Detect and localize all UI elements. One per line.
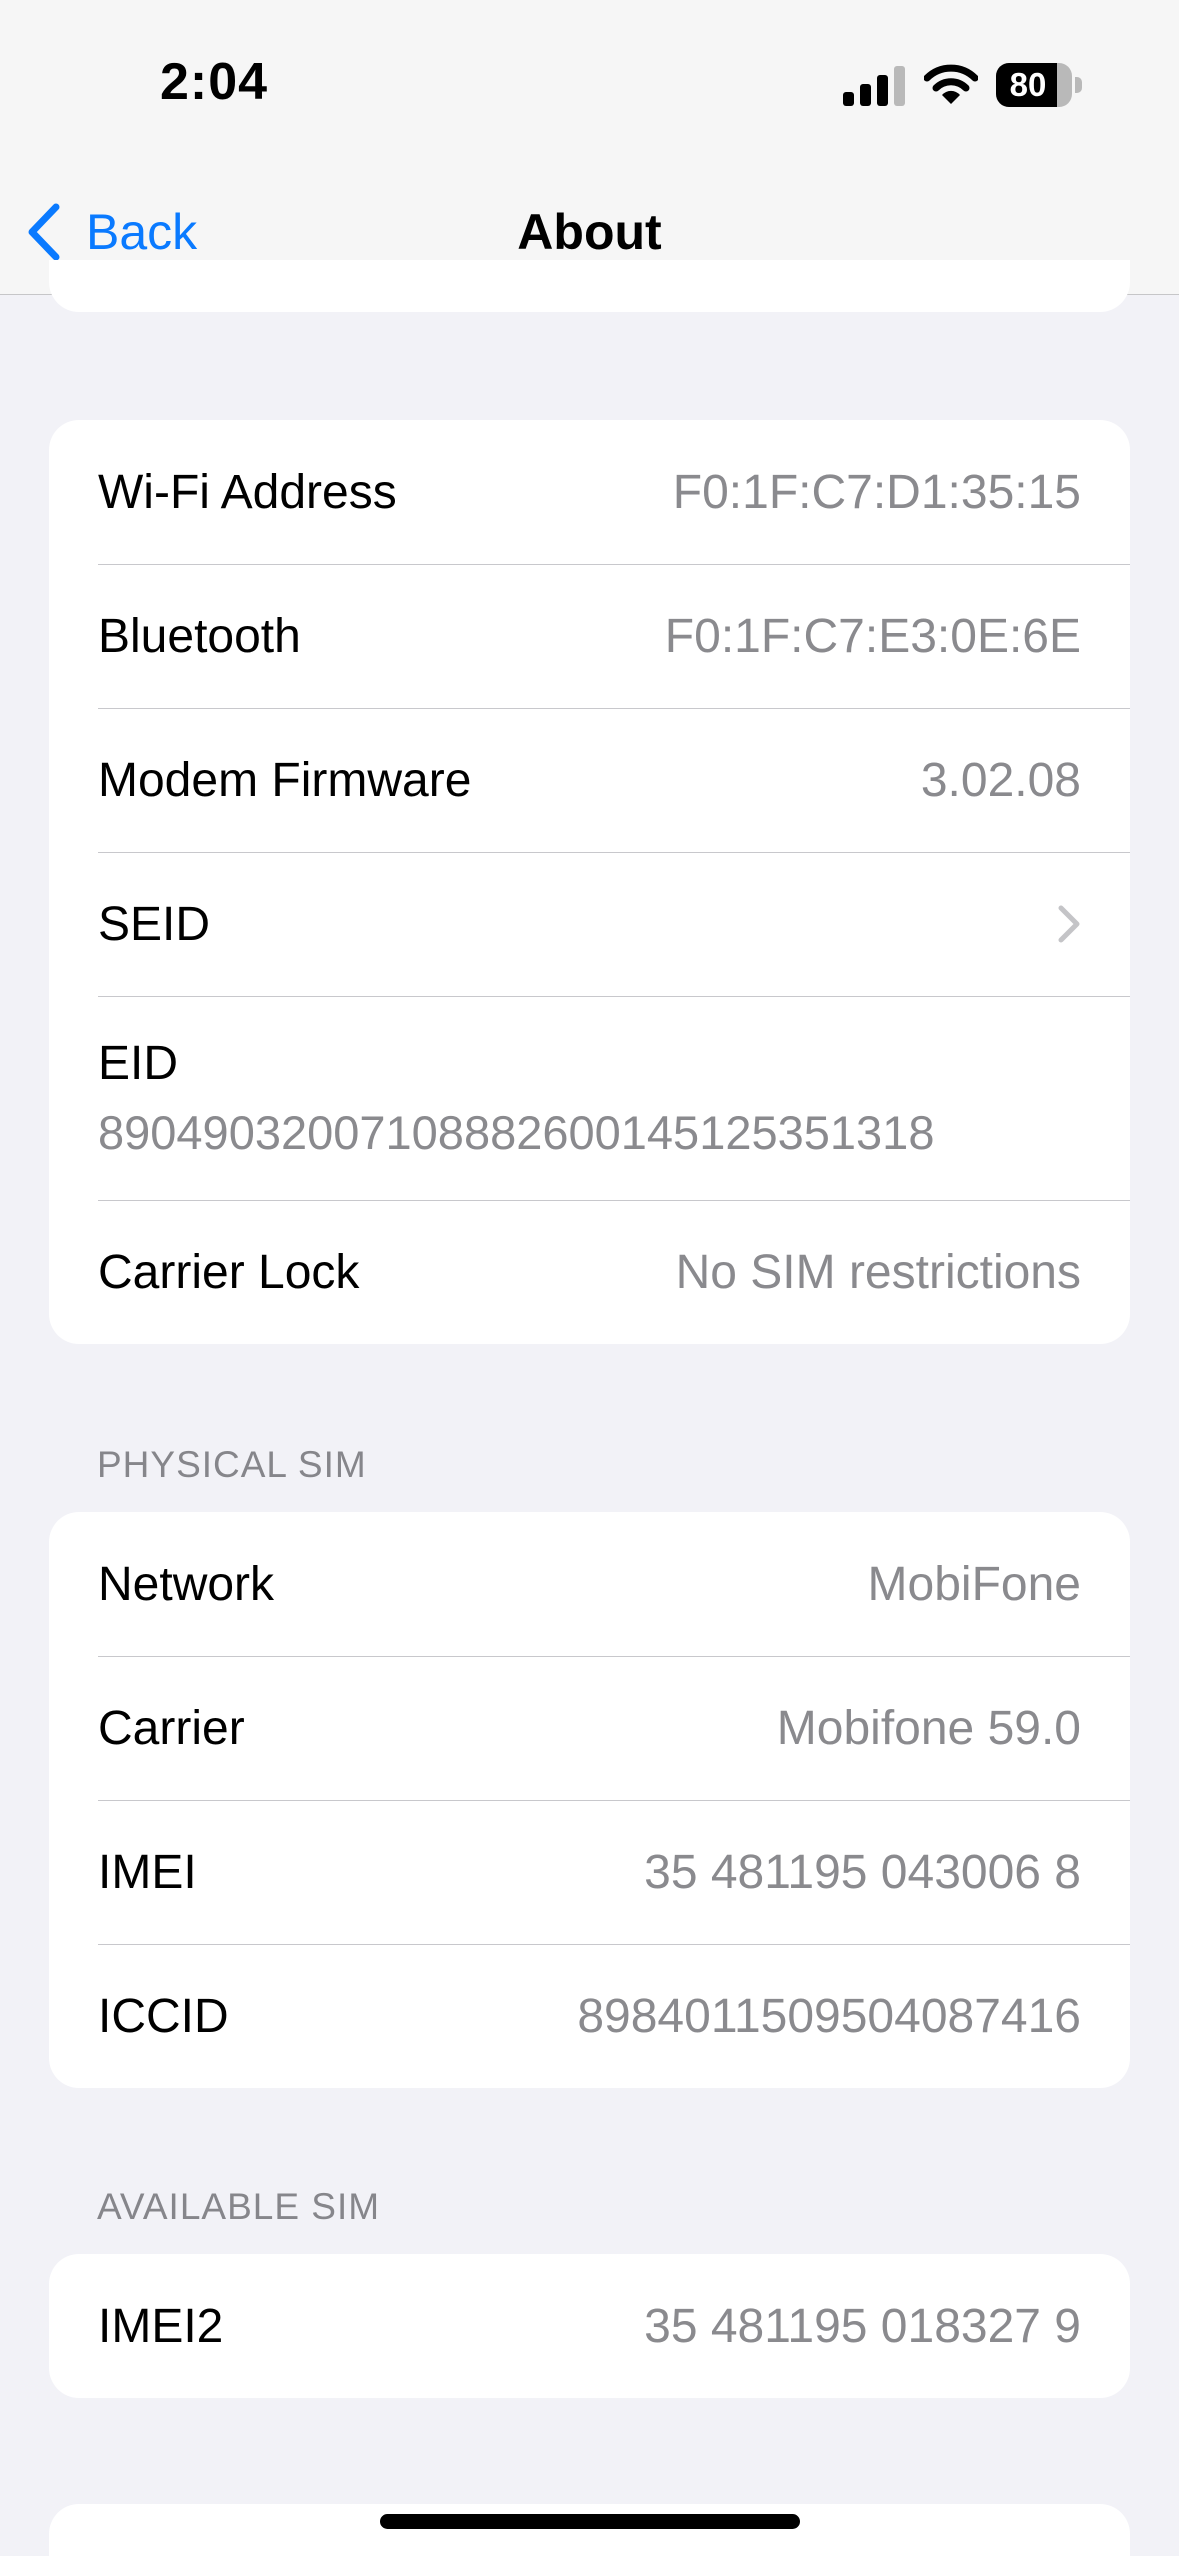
row-value: 89049032007108882600145125351318 [98, 1106, 935, 1159]
eid-row[interactable]: EID 89049032007108882600145125351318 [49, 996, 1130, 1200]
row-label: Bluetooth [98, 609, 301, 663]
carrier-row[interactable]: Carrier Mobifone 59.0 [49, 1656, 1130, 1800]
row-value: 35 481195 043006 8 [644, 1845, 1081, 1899]
row-value: 3.02.08 [920, 753, 1081, 807]
bluetooth-row[interactable]: Bluetooth F0:1F:C7:E3:0E:6E [49, 564, 1130, 708]
row-value: Mobifone 59.0 [776, 1701, 1081, 1755]
row-label: SEID [98, 897, 211, 951]
row-label: Modem Firmware [98, 753, 472, 807]
row-value: 8984011509504087416 [577, 1989, 1081, 2043]
wifi-icon [924, 64, 978, 104]
available-sim-group: IMEI2 35 481195 018327 9 [49, 2254, 1130, 2398]
page-title: About [517, 204, 662, 260]
row-value: 35 481195 018327 9 [644, 2299, 1081, 2353]
home-indicator [380, 2514, 800, 2529]
row-label: EID [98, 1037, 179, 1090]
seid-row[interactable]: SEID [49, 852, 1130, 996]
modem-firmware-row[interactable]: Modem Firmware 3.02.08 [49, 708, 1130, 852]
battery-level: 80 [1009, 66, 1047, 103]
battery-icon: 80 [996, 63, 1072, 107]
row-label: ICCID [98, 1989, 229, 2043]
row-label: Wi-Fi Address [98, 465, 397, 519]
row-label: IMEI [98, 1845, 197, 1899]
imei-row[interactable]: IMEI 35 481195 043006 8 [49, 1800, 1130, 1944]
status-bar: 2:04 80 [0, 0, 1179, 170]
previous-group-bottom [49, 260, 1130, 312]
device-info-group: Wi-Fi Address F0:1F:C7:D1:35:15 Bluetoot… [49, 420, 1130, 1344]
imei2-row[interactable]: IMEI2 35 481195 018327 9 [49, 2254, 1130, 2398]
row-value: No SIM restrictions [675, 1245, 1081, 1299]
physical-sim-header: PHYSICAL SIM [97, 1444, 367, 1485]
available-sim-header: AVAILABLE SIM [97, 2186, 381, 2227]
carrier-lock-row[interactable]: Carrier Lock No SIM restrictions [49, 1200, 1130, 1344]
row-label: Carrier Lock [98, 1245, 360, 1299]
row-label: IMEI2 [98, 2299, 224, 2353]
next-group-top [49, 2504, 1130, 2556]
row-value: F0:1F:C7:D1:35:15 [672, 465, 1081, 519]
cellular-signal-icon [843, 66, 905, 106]
iccid-row[interactable]: ICCID 8984011509504087416 [49, 1944, 1130, 2088]
row-value: MobiFone [867, 1557, 1081, 1611]
battery-cap [1075, 77, 1082, 93]
wifi-address-row[interactable]: Wi-Fi Address F0:1F:C7:D1:35:15 [49, 420, 1130, 564]
row-value: F0:1F:C7:E3:0E:6E [664, 609, 1081, 663]
row-label: Network [98, 1557, 275, 1611]
status-time: 2:04 [160, 53, 269, 111]
battery-indicator: 80 [996, 63, 1084, 107]
physical-sim-group: Network MobiFone Carrier Mobifone 59.0 I… [49, 1512, 1130, 2088]
network-row[interactable]: Network MobiFone [49, 1512, 1130, 1656]
row-label: Carrier [98, 1701, 245, 1755]
chevron-right-icon [1058, 905, 1080, 943]
